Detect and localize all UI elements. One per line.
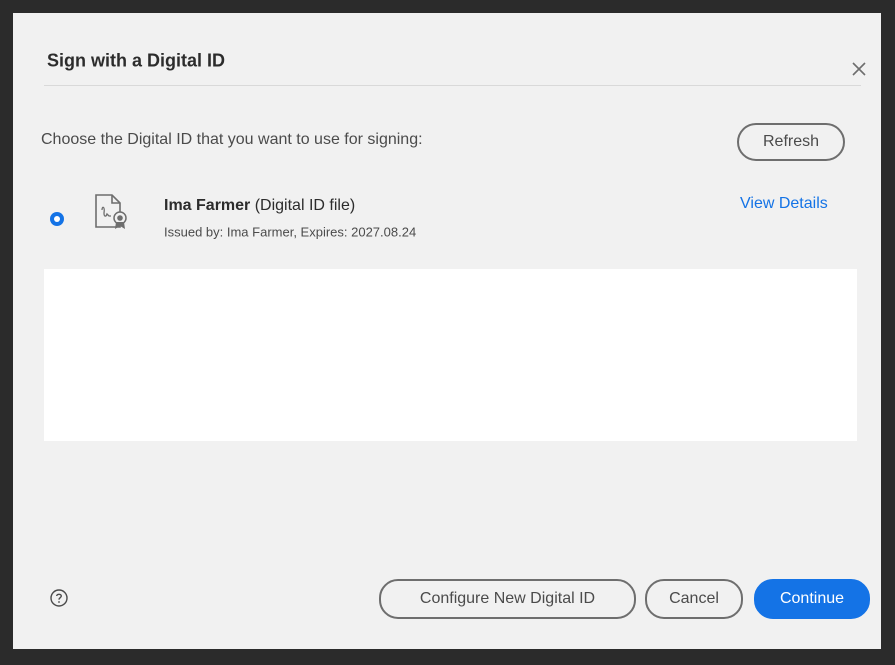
close-icon <box>852 62 866 76</box>
help-icon[interactable] <box>50 589 68 607</box>
continue-button[interactable]: Continue <box>754 579 870 619</box>
instruction-text: Choose the Digital ID that you want to u… <box>41 131 423 148</box>
dialog-title: Sign with a Digital ID <box>47 50 226 71</box>
view-details-link[interactable]: View Details <box>740 195 828 213</box>
configure-new-digital-id-button[interactable]: Configure New Digital ID <box>379 579 636 619</box>
digital-id-issued: Issued by: Ima Farmer, Expires: 2027.08.… <box>164 224 417 240</box>
digital-id-list-area <box>44 269 857 441</box>
digital-id-name: Ima Farmer <box>164 197 251 214</box>
digital-id-name-line: Ima Farmer (Digital ID file) <box>164 197 355 215</box>
cancel-button[interactable]: Cancel <box>645 579 743 619</box>
title-divider <box>44 85 861 86</box>
digital-id-type: (Digital ID file) <box>254 197 356 214</box>
digital-id-radio[interactable] <box>50 212 64 226</box>
sign-digital-id-dialog: Sign with a Digital ID Choose the Digita… <box>13 13 881 649</box>
refresh-button[interactable]: Refresh <box>737 123 845 161</box>
close-button[interactable] <box>849 59 869 79</box>
certificate-icon <box>95 194 127 229</box>
